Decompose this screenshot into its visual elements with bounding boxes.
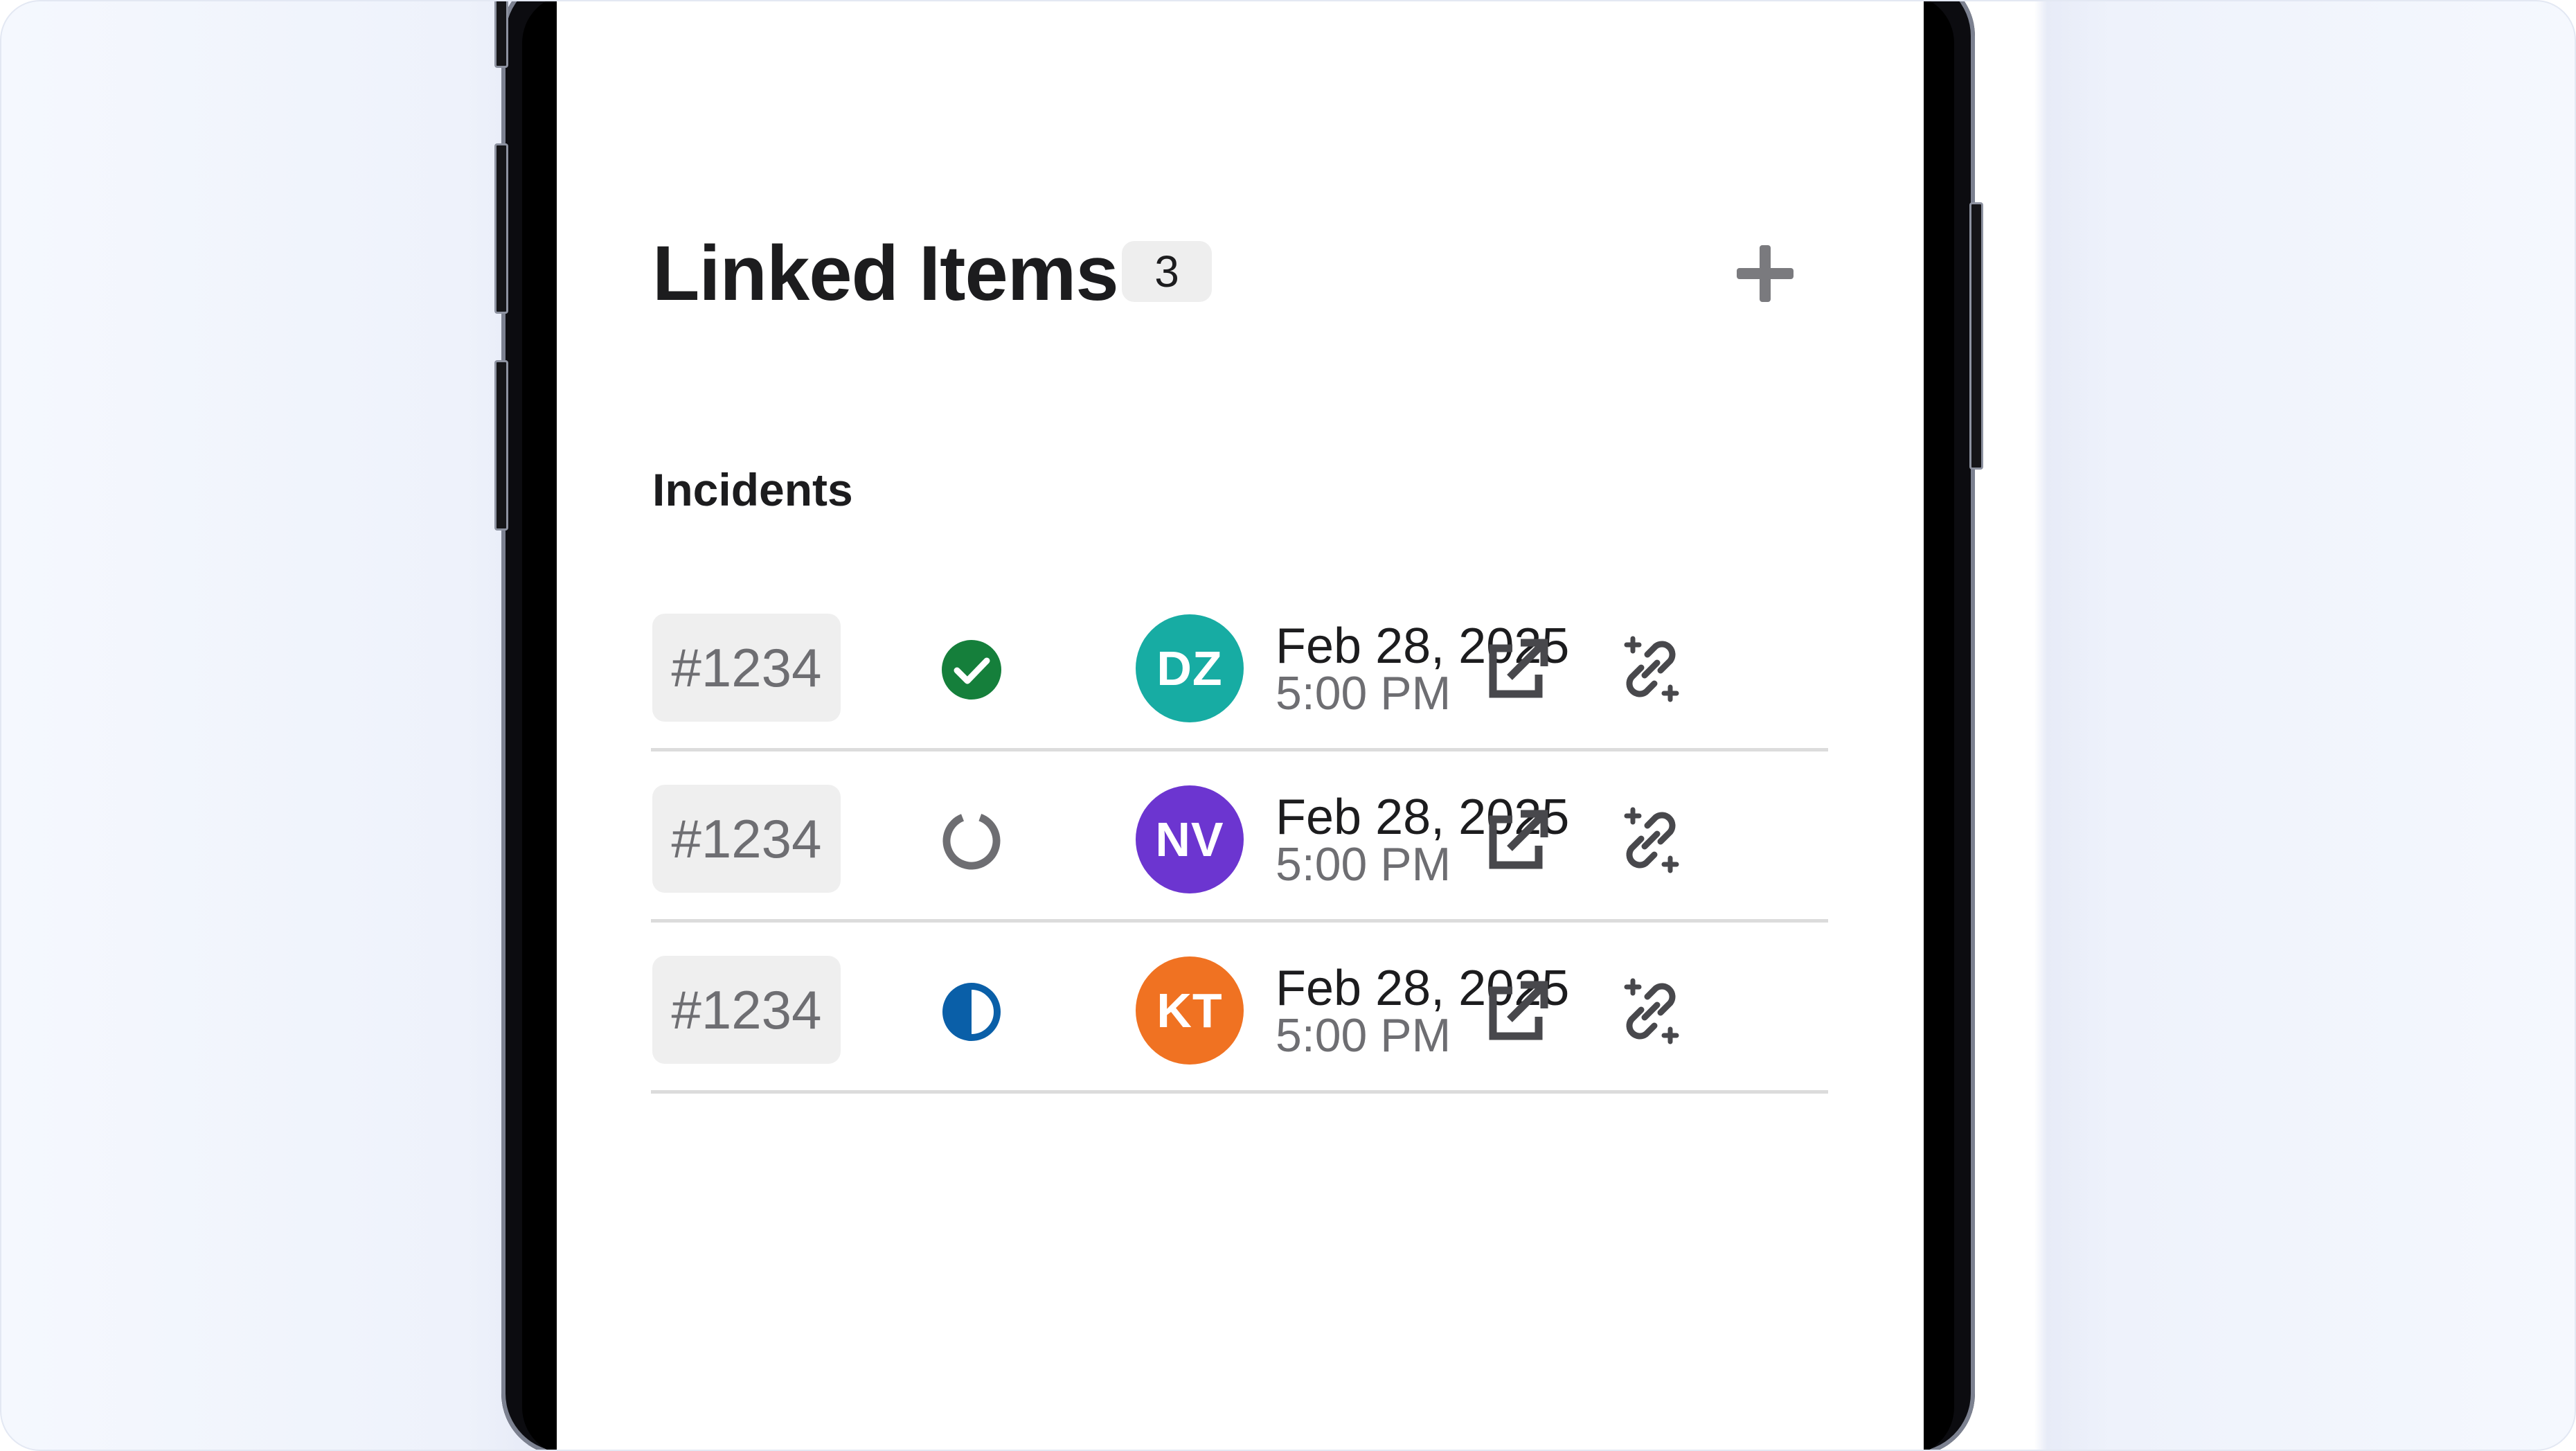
section-heading-incidents: Incidents <box>652 464 853 515</box>
incident-row: #1234 NV Feb 28, 2025 5:00 PM <box>651 753 1828 923</box>
linked-count-badge: 3 <box>1122 241 1212 302</box>
external-link-icon <box>1489 981 1548 1040</box>
unlink-incident-button[interactable] <box>1615 633 1687 705</box>
incident-id-chip[interactable]: #1234 <box>652 614 841 722</box>
page-title: Linked Items <box>652 230 1119 317</box>
half-circle-icon <box>942 983 1001 1041</box>
avatar: KT <box>1136 956 1244 1065</box>
incident-time: 5:00 PM <box>1276 667 1451 720</box>
unlink-incident-button[interactable] <box>1615 804 1687 876</box>
incident-list: #1234 DZ Feb 28, 2025 5:00 PM #1234 NV F… <box>651 582 1828 1094</box>
background-stage: Linked Items 3 Incidents #1234 DZ Feb 28… <box>0 0 2576 1451</box>
phone-volume-up-button <box>494 143 508 314</box>
open-incident-button[interactable] <box>1482 633 1554 705</box>
status-open <box>940 810 1003 872</box>
linked-items-screen: Linked Items 3 Incidents #1234 DZ Feb 28… <box>557 1 1924 1450</box>
incident-time: 5:00 PM <box>1276 838 1451 891</box>
unlink-incident-button[interactable] <box>1615 975 1687 1047</box>
avatar: NV <box>1136 785 1244 893</box>
external-link-icon <box>1489 639 1548 698</box>
status-resolved <box>940 639 1003 701</box>
phone-side-button <box>494 1 508 68</box>
incident-row: #1234 DZ Feb 28, 2025 5:00 PM <box>651 582 1828 751</box>
check-circle-icon <box>942 640 1001 700</box>
incident-time: 5:00 PM <box>1276 1009 1451 1062</box>
unlink-icon <box>1624 807 1679 873</box>
external-link-icon <box>1489 810 1548 869</box>
incident-id-chip[interactable]: #1234 <box>652 956 841 1064</box>
open-incident-button[interactable] <box>1482 804 1554 876</box>
open-incident-button[interactable] <box>1482 975 1554 1047</box>
empty-circle-icon <box>942 812 1001 870</box>
phone-volume-down-button <box>494 360 508 531</box>
unlink-icon <box>1624 978 1679 1044</box>
phone-power-button <box>1969 202 1983 470</box>
incident-row: #1234 KT Feb 28, 2025 5:00 PM <box>651 924 1828 1094</box>
add-linked-item-button[interactable] <box>1727 235 1803 312</box>
unlink-icon <box>1624 636 1679 702</box>
incident-id-chip[interactable]: #1234 <box>652 785 841 893</box>
avatar: DZ <box>1136 614 1244 722</box>
status-in-progress <box>940 981 1003 1043</box>
plus-icon <box>1737 245 1794 302</box>
